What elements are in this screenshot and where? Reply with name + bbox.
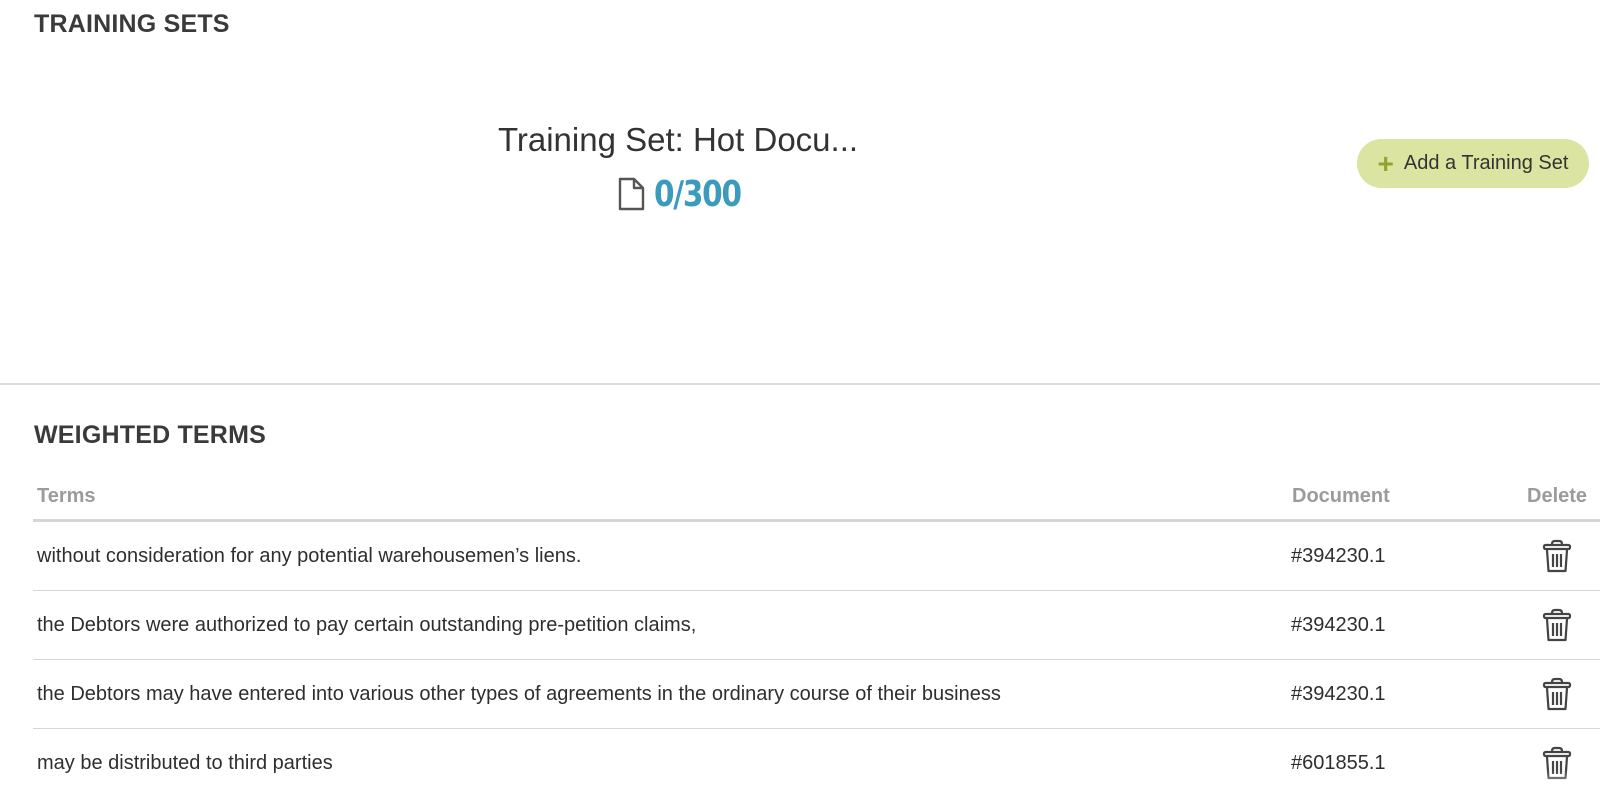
weighted-terms-table: Terms Document Delete without considerat… (33, 473, 1600, 797)
training-sets-title: TRAINING SETS (34, 10, 230, 38)
column-header-document[interactable]: Document (1292, 485, 1390, 508)
add-training-set-button[interactable]: + Add a Training Set (1357, 139, 1589, 188)
document-link[interactable]: #394230.1 (1291, 522, 1386, 590)
training-set-card[interactable]: Training Set: Hot Docu... 0/300 (478, 118, 878, 216)
term-cell: the Debtors were authorized to pay certa… (37, 614, 697, 636)
table-header: Terms Document Delete (33, 473, 1600, 522)
term-cell: the Debtors may have entered into variou… (37, 683, 1001, 705)
training-set-name: Training Set: Hot Docu... (497, 121, 859, 158)
trash-icon (1542, 677, 1572, 711)
delete-term-button[interactable] (1538, 675, 1576, 713)
document-link[interactable]: #394230.1 (1291, 660, 1386, 728)
plus-icon: + (1377, 147, 1394, 179)
training-set-progress-count: 0/300 (653, 173, 742, 215)
document-link[interactable]: #394230.1 (1291, 591, 1386, 659)
bottom-fade (0, 770, 1600, 804)
add-training-set-label: Add a Training Set (1403, 152, 1569, 174)
document-icon (614, 176, 648, 212)
training-sets-section: TRAINING SETS Training Set: Hot Docu... … (0, 0, 1600, 385)
table-row: the Debtors may have entered into variou… (33, 660, 1600, 729)
column-header-delete: Delete (1527, 485, 1588, 507)
term-cell: without consideration for any potential … (37, 545, 582, 567)
training-set-progress: 0/300 (494, 172, 878, 216)
column-header-terms[interactable]: Terms (37, 485, 96, 508)
table-row: without consideration for any potential … (33, 522, 1600, 591)
weighted-terms-title: WEIGHTED TERMS (34, 421, 266, 449)
delete-term-button[interactable] (1538, 606, 1576, 644)
trash-icon (1542, 608, 1572, 642)
delete-term-button[interactable] (1538, 537, 1576, 575)
table-row: the Debtors were authorized to pay certa… (33, 591, 1600, 660)
page: TRAINING SETS Training Set: Hot Docu... … (0, 0, 1600, 804)
trash-icon (1542, 539, 1572, 573)
